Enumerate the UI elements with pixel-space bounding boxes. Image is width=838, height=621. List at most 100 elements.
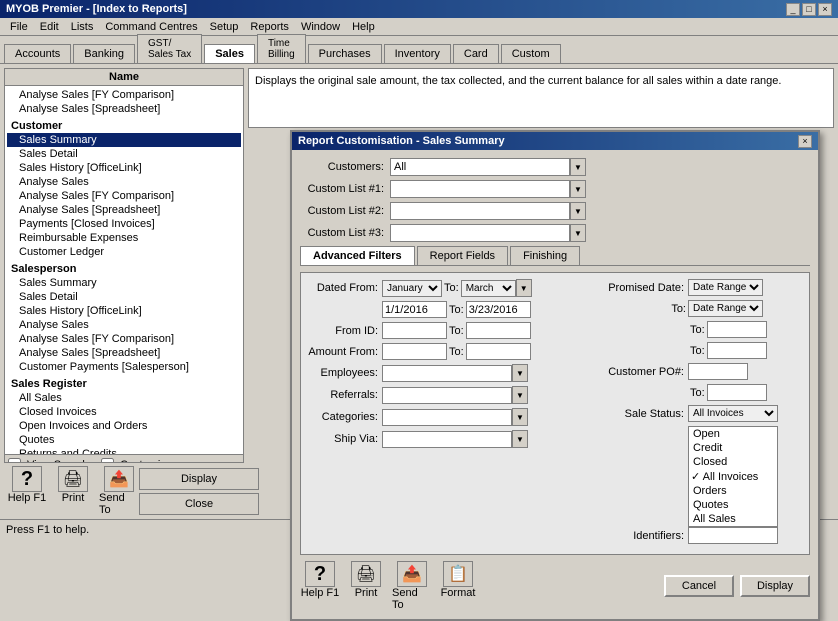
list-item[interactable]: Analyse Sales [Spreadsheet] xyxy=(7,346,241,360)
customers-dropdown[interactable]: ▼ xyxy=(570,158,586,176)
modal-help-button[interactable]: ? Help F1 xyxy=(300,561,340,611)
dated-from-date[interactable] xyxy=(382,301,447,318)
modal-close-button[interactable]: × xyxy=(798,135,812,148)
list-item[interactable]: Sales Summary xyxy=(7,133,241,147)
print-button[interactable]: 🖨 Print xyxy=(53,466,93,516)
promised-to3-input[interactable] xyxy=(707,342,767,359)
referrals-input[interactable] xyxy=(382,387,512,404)
tab-report-fields[interactable]: Report Fields xyxy=(417,246,508,265)
custom-list2-input[interactable] xyxy=(390,202,570,220)
list-item[interactable]: Analyse Sales [FY Comparison] xyxy=(7,88,241,102)
list-item[interactable]: Customer Payments [Salesperson] xyxy=(7,360,241,374)
list-item[interactable]: Analyse Sales xyxy=(7,175,241,189)
status-closed[interactable]: Closed xyxy=(689,455,777,469)
status-all-sales[interactable]: All Sales xyxy=(689,512,777,526)
from-id-input[interactable] xyxy=(382,322,447,339)
custom-list1-dropdown[interactable]: ▼ xyxy=(570,180,586,198)
tab-card[interactable]: Card xyxy=(453,44,499,63)
list-item[interactable]: Returns and Credits xyxy=(7,447,241,454)
status-orders[interactable]: Orders xyxy=(689,484,777,498)
referrals-dropdown[interactable]: ▼ xyxy=(512,386,528,404)
list-item[interactable]: Analyse Sales [FY Comparison] xyxy=(7,189,241,203)
list-item[interactable]: Sales Summary xyxy=(7,276,241,290)
menu-command-centres[interactable]: Command Centres xyxy=(99,19,203,35)
customer-po-to-input[interactable] xyxy=(707,384,767,401)
menu-lists[interactable]: Lists xyxy=(65,19,100,35)
tab-purchases[interactable]: Purchases xyxy=(308,44,382,63)
menu-window[interactable]: Window xyxy=(295,19,346,35)
maximize-button[interactable]: □ xyxy=(802,3,816,16)
promised-to-select[interactable]: Date Range xyxy=(688,300,763,317)
ship-via-dropdown[interactable]: ▼ xyxy=(512,430,528,448)
tab-finishing[interactable]: Finishing xyxy=(510,246,580,265)
list-item[interactable]: Sales History [OfficeLink] xyxy=(7,161,241,175)
status-credit[interactable]: Credit xyxy=(689,441,777,455)
menu-file[interactable]: File xyxy=(4,19,34,35)
modal-cancel-button[interactable]: Cancel xyxy=(664,575,734,597)
tab-advanced-filters[interactable]: Advanced Filters xyxy=(300,246,415,265)
minimize-button[interactable]: _ xyxy=(786,3,800,16)
list-item[interactable]: Analyse Sales xyxy=(7,318,241,332)
list-item[interactable]: Reimbursable Expenses xyxy=(7,231,241,245)
tab-accounts[interactable]: Accounts xyxy=(4,44,71,63)
menu-edit[interactable]: Edit xyxy=(34,19,65,35)
list-item[interactable]: Open Invoices and Orders xyxy=(7,419,241,433)
menu-setup[interactable]: Setup xyxy=(204,19,245,35)
employees-dropdown[interactable]: ▼ xyxy=(512,364,528,382)
list-item[interactable]: Sales Register xyxy=(7,374,241,391)
categories-dropdown[interactable]: ▼ xyxy=(512,408,528,426)
ship-via-input[interactable] xyxy=(382,431,512,448)
list-item[interactable]: Quotes xyxy=(7,433,241,447)
list-item[interactable]: Analyse Sales [FY Comparison] xyxy=(7,332,241,346)
modal-send-to-button[interactable]: 📤 Send To xyxy=(392,561,432,611)
close-button[interactable]: × xyxy=(818,3,832,16)
menu-reports[interactable]: Reports xyxy=(244,19,295,35)
list-item[interactable]: Sales Detail xyxy=(7,147,241,161)
dated-to-date[interactable] xyxy=(466,301,531,318)
list-item[interactable]: Payments [Closed Invoices] xyxy=(7,217,241,231)
help-button[interactable]: ? Help F1 xyxy=(7,466,47,516)
promised-date-select[interactable]: Date Range xyxy=(688,279,763,296)
status-quotes[interactable]: Quotes xyxy=(689,498,777,512)
modal-display-button[interactable]: Display xyxy=(740,575,810,597)
display-button[interactable]: Display xyxy=(139,468,259,490)
custom-list3-input[interactable] xyxy=(390,224,570,242)
dated-from-month[interactable]: JanuaryFebruaryMarch xyxy=(382,280,442,297)
status-open[interactable]: Open xyxy=(689,427,777,441)
list-item[interactable]: Closed Invoices xyxy=(7,405,241,419)
tab-sales[interactable]: Sales xyxy=(204,44,255,63)
list-item[interactable]: Analyse Sales [Spreadsheet] xyxy=(7,203,241,217)
dated-to-month-dropdown[interactable]: ▼ xyxy=(516,279,532,297)
tab-gst[interactable]: GST/Sales Tax xyxy=(137,34,202,63)
tab-time-billing[interactable]: TimeBilling xyxy=(257,34,306,63)
categories-input[interactable] xyxy=(382,409,512,426)
modal-format-button[interactable]: 📋 Format xyxy=(438,561,478,611)
dated-to-month[interactable]: March xyxy=(461,280,516,297)
send-to-button[interactable]: 📤 Send To xyxy=(99,466,139,516)
customers-input[interactable] xyxy=(390,158,570,176)
identifiers-input[interactable] xyxy=(688,527,778,544)
list-item[interactable]: Analyse Sales [Spreadsheet] xyxy=(7,102,241,116)
amount-from-input[interactable] xyxy=(382,343,447,360)
list-item[interactable]: Sales History [OfficeLink] xyxy=(7,304,241,318)
list-item[interactable]: Sales Detail xyxy=(7,290,241,304)
list-item[interactable]: Salesperson xyxy=(7,259,241,276)
tab-banking[interactable]: Banking xyxy=(73,44,135,63)
status-all-invoices[interactable]: All Invoices xyxy=(689,469,777,484)
employees-input[interactable] xyxy=(382,365,512,382)
tab-inventory[interactable]: Inventory xyxy=(384,44,451,63)
list-item[interactable]: Customer Ledger xyxy=(7,245,241,259)
promised-to2-input[interactable] xyxy=(707,321,767,338)
list-item[interactable]: Customer xyxy=(7,116,241,133)
from-id-to-input[interactable] xyxy=(466,322,531,339)
custom-list3-dropdown[interactable]: ▼ xyxy=(570,224,586,242)
list-item[interactable]: All Sales xyxy=(7,391,241,405)
customer-po-input[interactable] xyxy=(688,363,748,380)
tab-custom[interactable]: Custom xyxy=(501,44,561,63)
sale-status-select[interactable]: All Invoices Open Credit Closed Orders Q… xyxy=(688,405,778,422)
custom-list2-dropdown[interactable]: ▼ xyxy=(570,202,586,220)
close-button-main[interactable]: Close xyxy=(139,493,259,515)
modal-print-button[interactable]: 🖨 Print xyxy=(346,561,386,611)
menu-help[interactable]: Help xyxy=(346,19,381,35)
custom-list1-input[interactable] xyxy=(390,180,570,198)
